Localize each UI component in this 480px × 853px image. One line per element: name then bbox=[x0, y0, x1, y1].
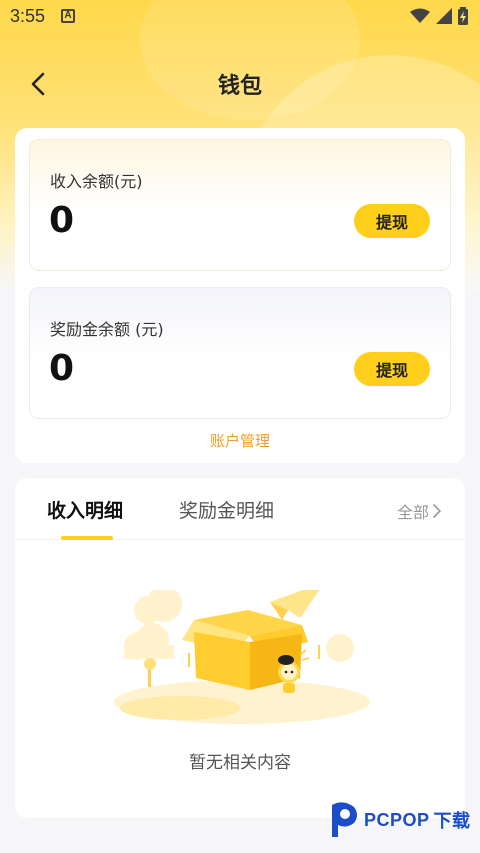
detail-tabs: 收入明细 奖励金明细 全部 bbox=[15, 478, 465, 540]
bonus-balance-label: 奖励金余额 (元) bbox=[50, 320, 164, 339]
signal-icon bbox=[436, 8, 452, 24]
income-balance-label: 收入余额(元) bbox=[50, 172, 143, 191]
account-management-link[interactable]: 账户管理 bbox=[15, 430, 465, 451]
income-balance-amount: 0 bbox=[49, 200, 75, 241]
back-button[interactable] bbox=[24, 70, 52, 98]
wifi-icon bbox=[410, 8, 430, 23]
pcpop-logo-icon bbox=[332, 802, 357, 837]
watermark-suffix: 下载 bbox=[433, 811, 471, 831]
income-withdraw-button[interactable]: 提现 bbox=[354, 204, 430, 238]
empty-box-illustration bbox=[114, 590, 370, 724]
status-time: 3:55 bbox=[10, 5, 46, 26]
wallet-card: 收入余额(元) 0 提现 奖励金余额 (元) 0 提现 账户管理 bbox=[15, 128, 465, 463]
all-filter-label: 全部 bbox=[396, 503, 429, 522]
battery-icon bbox=[458, 7, 468, 25]
bonus-balance-box: 奖励金余额 (元) 0 提现 bbox=[29, 287, 451, 419]
chevron-right-icon bbox=[433, 504, 441, 518]
chevron-left-icon bbox=[31, 72, 45, 96]
empty-state-message: 暂无相关内容 bbox=[189, 753, 291, 773]
notification-icon: A bbox=[61, 9, 76, 23]
page-title: 钱包 bbox=[217, 74, 262, 99]
detail-card: 收入明细 奖励金明细 全部 暂无相关内容 bbox=[15, 478, 465, 818]
bonus-withdraw-button[interactable]: 提现 bbox=[354, 352, 430, 386]
navigation-bar: 钱包 bbox=[0, 52, 480, 116]
status-bar: 3:55 A bbox=[0, 0, 480, 32]
active-tab-indicator bbox=[61, 536, 113, 540]
tab-bonus-details[interactable]: 奖励金明细 bbox=[179, 496, 274, 523]
tab-income-details[interactable]: 收入明细 bbox=[47, 496, 123, 523]
income-balance-box: 收入余额(元) 0 提现 bbox=[29, 139, 451, 271]
bonus-balance-amount: 0 bbox=[49, 348, 75, 389]
all-filter-button[interactable]: 全部 bbox=[397, 499, 441, 523]
watermark-logo: PCPOP 下载 bbox=[326, 800, 471, 840]
watermark-brand: PCPOP bbox=[364, 809, 430, 830]
